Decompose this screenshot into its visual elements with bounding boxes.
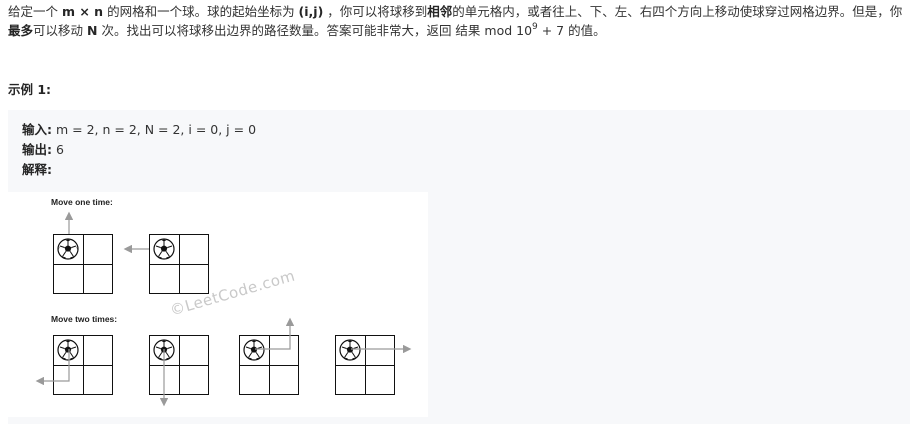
desc-bold-coord: (i,j) (298, 4, 324, 19)
example-input-line: 输入: m = 2, n = 2, N = 2, i = 0, j = 0 (22, 121, 256, 139)
input-value: m = 2, n = 2, N = 2, i = 0, j = 0 (52, 122, 257, 137)
desc-text: 可以移动 (33, 23, 87, 38)
output-value: 6 (52, 142, 64, 157)
explanation-figure: Move one time: Move two times: ©LeetCode… (8, 192, 428, 417)
desc-text: + 7 的值。 (537, 23, 606, 38)
desc-bold-n: N (87, 23, 98, 38)
output-label: 输出: (22, 142, 52, 157)
problem-description: 给定一个 m × n 的网格和一个球。球的起始坐标为 (i,j) ，你可以将球移… (8, 2, 904, 40)
desc-bold-adjacent: 相邻 (427, 4, 453, 19)
explain-label: 解释: (22, 162, 52, 177)
desc-text: ，你可以将球移到 (323, 4, 428, 19)
desc-bold-grid: m × n (61, 4, 104, 19)
desc-text: 的网格和一个球。球的起始坐标为 (103, 4, 299, 19)
arrow-right-up (255, 317, 295, 350)
input-label: 输入: (22, 122, 52, 137)
example-explain-line: 解释: (22, 161, 52, 179)
desc-text: 次。找出可以将球移出边界的路径数量。答案可能非常大，返回 结果 mod 10 (97, 23, 533, 38)
example-title: 示例 1: (8, 82, 52, 97)
arrow-down-left (35, 349, 70, 386)
example-output-line: 输出: 6 (22, 141, 64, 159)
desc-text: 给定一个 (8, 4, 62, 19)
desc-bold-most: 最多 (8, 23, 34, 38)
desc-text: 的单元格内，或者往上、下、左、右四个方向上移动使球穿过网格边界。但是，你 (452, 4, 903, 19)
